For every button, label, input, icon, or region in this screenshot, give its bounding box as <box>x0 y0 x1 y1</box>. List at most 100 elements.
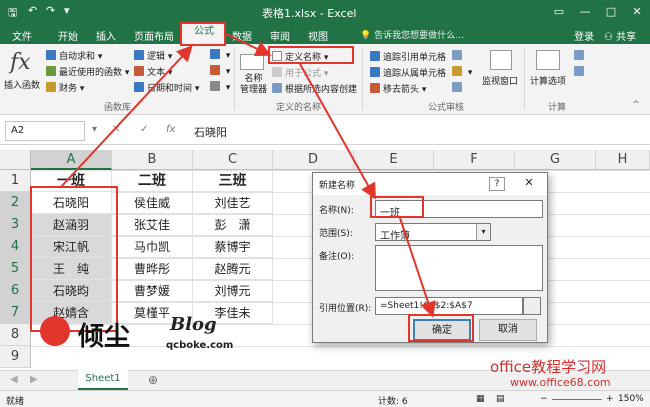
tab-data[interactable]: 数据 <box>232 28 252 43</box>
cell-c1[interactable]: 三班 <box>193 170 273 192</box>
column-header-f[interactable]: F <box>434 150 515 170</box>
insert-function-fx-button[interactable]: fx <box>166 124 175 135</box>
zoom-slider[interactable] <box>552 399 602 400</box>
share-button[interactable]: ⚇ 共享 <box>604 28 636 43</box>
zoom-level[interactable]: 150% <box>618 394 644 404</box>
name-box[interactable]: A2 <box>5 121 85 141</box>
row-header-9[interactable]: 9 <box>0 346 31 368</box>
redo-icon[interactable]: ↷ <box>46 4 55 17</box>
row-header-8[interactable]: 8 <box>0 324 31 346</box>
error-checking-button[interactable]: ▾ <box>452 66 472 78</box>
cancel-button[interactable]: 取消 <box>479 319 537 341</box>
row-header-1[interactable]: 1 <box>0 170 31 192</box>
save-icon[interactable]: 🖫 <box>8 4 17 23</box>
row-header-6[interactable]: 6 <box>0 280 31 302</box>
cell-c4[interactable]: 蔡博宇 <box>193 236 273 258</box>
tab-file[interactable]: 文件 <box>12 28 32 43</box>
tell-me-search[interactable]: 💡 告诉我您想要做什么… <box>360 28 464 41</box>
page-layout-view-icon[interactable]: ▤ <box>496 394 505 404</box>
add-sheet-button[interactable]: ⊕ <box>148 373 158 387</box>
date-time-button[interactable]: 日期和时间 ▾ <box>134 81 199 94</box>
column-header-d[interactable]: D <box>273 150 354 170</box>
zoom-out-button[interactable]: − <box>540 394 548 404</box>
remove-arrows-button[interactable]: 移去箭头 ▾ <box>370 82 426 95</box>
financial-button[interactable]: 财务 ▾ <box>46 81 84 94</box>
insert-function-button[interactable]: 插入函数 <box>4 78 40 91</box>
row-header-7[interactable]: 7 <box>0 302 31 324</box>
range-collapse-icon[interactable] <box>523 297 541 315</box>
trace-precedents-button[interactable]: 追踪引用单元格 <box>370 50 446 63</box>
column-header-e[interactable]: E <box>354 150 434 170</box>
watermark-logo-text: 倾尘 <box>78 322 131 352</box>
ref-input[interactable]: =Sheet1!$A$2:$A$7 <box>375 297 523 315</box>
formula-value[interactable]: 石晓阳 <box>194 124 227 140</box>
cell-c6[interactable]: 刘博元 <box>193 280 273 302</box>
use-in-formula-button[interactable]: 用于公式 ▾ <box>272 66 328 79</box>
cell-c3[interactable]: 彭 潇 <box>193 214 273 236</box>
row-header-3[interactable]: 3 <box>0 214 31 236</box>
function-library-group-label: 函数库 <box>104 103 132 113</box>
tab-page-layout[interactable]: 页面布局 <box>134 28 174 43</box>
sheet-tab-sheet1[interactable]: Sheet1 <box>78 370 128 390</box>
column-header-a[interactable]: A <box>31 150 112 170</box>
logical-button[interactable]: 逻辑 ▾ <box>134 49 172 62</box>
show-formulas-button[interactable] <box>452 50 465 62</box>
next-sheet-icon[interactable]: ▶ <box>30 374 38 385</box>
column-header-h[interactable]: H <box>596 150 650 170</box>
zoom-in-button[interactable]: + <box>606 394 614 404</box>
sign-in-link[interactable]: 登录 <box>574 28 594 43</box>
cell-b4[interactable]: 马巾凯 <box>112 236 193 258</box>
more-functions-button[interactable]: ▾ <box>210 81 230 93</box>
cell-c5[interactable]: 赵腾元 <box>193 258 273 280</box>
name-box-dropdown-icon[interactable]: ▾ <box>92 124 97 135</box>
autosum-button[interactable]: 自动求和 ▾ <box>46 49 102 62</box>
cell-b1[interactable]: 二班 <box>112 170 193 192</box>
prev-sheet-icon[interactable]: ◀ <box>10 374 18 385</box>
row-header-4[interactable]: 4 <box>0 236 31 258</box>
tab-home[interactable]: 开始 <box>58 28 78 43</box>
column-header-c[interactable]: C <box>193 150 273 170</box>
formula-icon <box>272 67 282 77</box>
create-from-selection-button[interactable]: 根据所选内容创建 <box>272 82 357 95</box>
select-all-corner[interactable] <box>0 150 31 170</box>
cell-b2[interactable]: 侯佳威 <box>112 192 193 214</box>
recent-functions-button[interactable]: 最近使用的函数 ▾ <box>46 65 129 78</box>
row-header-5[interactable]: 5 <box>0 258 31 280</box>
cell-b5[interactable]: 曹晔彤 <box>112 258 193 280</box>
math-button[interactable]: ▾ <box>210 65 230 77</box>
calc-now-button[interactable] <box>574 50 587 62</box>
undo-icon[interactable]: ↶ <box>28 4 37 17</box>
enter-entry-icon[interactable]: ✓ <box>140 124 148 135</box>
calc-options-button[interactable]: 计算选项 <box>530 74 566 87</box>
scope-select[interactable]: 工作簿 ▾ <box>375 223 491 242</box>
collapse-ribbon-icon[interactable]: ^ <box>632 100 640 110</box>
comment-textarea[interactable] <box>375 245 543 291</box>
normal-view-icon[interactable]: ▦ <box>476 394 485 404</box>
tab-review[interactable]: 审阅 <box>270 28 290 43</box>
text-button[interactable]: 文本 ▾ <box>134 65 172 78</box>
cell-b6[interactable]: 曹梦媛 <box>112 280 193 302</box>
maximize-button[interactable]: □ <box>598 3 624 21</box>
cell-c2[interactable]: 刘佳艺 <box>193 192 273 214</box>
minimize-button[interactable]: — <box>572 3 598 21</box>
trace-dependents-button[interactable]: 追踪从属单元格 <box>370 66 446 79</box>
calc-sheet-button[interactable] <box>574 66 587 78</box>
watch-window-button[interactable]: 监视窗口 <box>482 74 518 87</box>
column-header-g[interactable]: G <box>515 150 596 170</box>
lookup-button[interactable]: ▾ <box>210 49 230 61</box>
document-title: 表格1.xlsx - Excel <box>262 7 357 20</box>
column-header-b[interactable]: B <box>112 150 193 170</box>
tab-view[interactable]: 视图 <box>308 28 328 43</box>
insert-function-icon[interactable]: fx <box>10 50 31 75</box>
row-header-2[interactable]: 2 <box>0 192 31 214</box>
dialog-close-button[interactable]: ✕ <box>521 177 537 191</box>
close-button[interactable]: ✕ <box>624 3 650 21</box>
dialog-help-button[interactable]: ? <box>489 177 505 191</box>
cell-b3[interactable]: 张艾佳 <box>112 214 193 236</box>
tab-insert[interactable]: 插入 <box>96 28 116 43</box>
cancel-entry-icon[interactable]: ✕ <box>112 124 120 135</box>
ribbon-display-button[interactable]: ▭ <box>546 3 572 21</box>
evaluate-formula-button[interactable] <box>452 82 465 94</box>
name-manager-button[interactable]: 名称 管理器 <box>240 74 267 96</box>
customize-quick-access-icon[interactable]: ▾ <box>64 4 70 17</box>
